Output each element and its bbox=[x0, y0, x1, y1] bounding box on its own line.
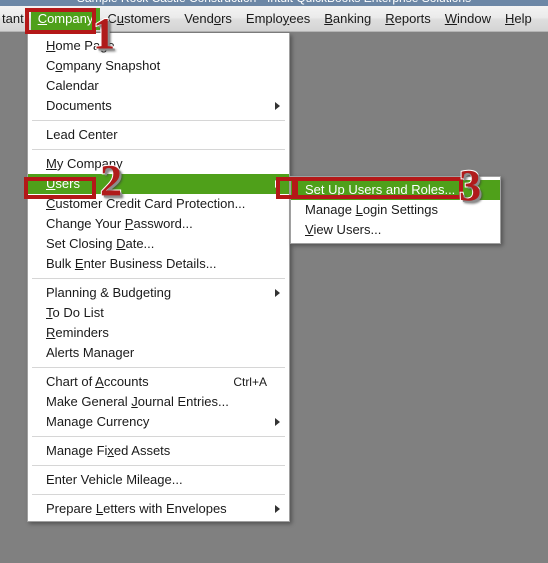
menu-item-view-users[interactable]: View Users... bbox=[291, 220, 500, 240]
menu-item-set-closing-date[interactable]: Set Closing Date... bbox=[28, 234, 289, 254]
menu-separator bbox=[32, 436, 285, 437]
main-menu-bar: tant Company Customers Vendors Employees Bank… bbox=[0, 6, 548, 32]
menubar-item-label: tant bbox=[2, 10, 24, 26]
menu-item-label: To Do List bbox=[46, 305, 104, 320]
menu-item-my-company[interactable]: My Company bbox=[28, 154, 289, 174]
menubar-item-employees[interactable]: Employees bbox=[239, 8, 317, 30]
menu-item-label: Documents bbox=[46, 98, 112, 113]
menubar-item-help[interactable]: Help bbox=[498, 8, 539, 30]
menu-item-customer-credit-card-protection[interactable]: Customer Credit Card Protection... bbox=[28, 194, 289, 214]
menubar-item-label: Customers bbox=[107, 10, 171, 26]
menu-separator bbox=[32, 149, 285, 150]
company-dropdown-menu: Home Page Company Snapshot Calendar Documen… bbox=[27, 33, 290, 522]
menubar-item-label: Help bbox=[505, 10, 532, 26]
menu-item-shortcut: Ctrl+A bbox=[233, 375, 267, 389]
menu-separator bbox=[32, 494, 285, 495]
window-title: Sample Rock Castle Construction - Intuit… bbox=[0, 0, 548, 5]
menubar-item-label: Banking bbox=[324, 10, 372, 26]
menubar-item-label: Vendors bbox=[184, 10, 232, 26]
menu-separator bbox=[32, 465, 285, 466]
menu-item-label: Chart of Accounts bbox=[46, 374, 149, 389]
menu-item-label: Reminders bbox=[46, 325, 109, 340]
menu-item-prepare-letters-with-envelopes[interactable]: Prepare Letters with Envelopes bbox=[28, 499, 289, 519]
menu-item-label: Make General Journal Entries... bbox=[46, 394, 229, 409]
menu-item-alerts-manager[interactable]: Alerts Manager bbox=[28, 343, 289, 363]
menu-item-label: Change Your Password... bbox=[46, 216, 193, 231]
menu-item-label: Alerts Manager bbox=[46, 345, 135, 360]
menu-item-make-general-journal-entries[interactable]: Make General Journal Entries... bbox=[28, 392, 289, 412]
menu-item-label: Manage Currency bbox=[46, 414, 150, 429]
menubar-item-label: Employees bbox=[245, 10, 311, 26]
menu-item-label: Users bbox=[46, 176, 80, 191]
step-badge-2: 2 bbox=[99, 156, 123, 205]
menu-item-bulk-enter-business-details[interactable]: Bulk Enter Business Details... bbox=[28, 254, 289, 274]
submenu-arrow-icon bbox=[275, 102, 280, 110]
menu-separator bbox=[32, 120, 285, 121]
menu-item-home-page[interactable]: Home Page bbox=[28, 36, 289, 56]
menu-item-label: Customer Credit Card Protection... bbox=[46, 196, 246, 211]
menubar-item-label: Company bbox=[37, 10, 94, 26]
menu-item-planning-and-budgeting[interactable]: Planning & Budgeting bbox=[28, 283, 289, 303]
menu-item-calendar[interactable]: Calendar bbox=[28, 76, 289, 96]
submenu-arrow-icon bbox=[275, 505, 280, 513]
menu-separator bbox=[32, 367, 285, 368]
menu-item-label: Planning & Budgeting bbox=[46, 285, 172, 300]
menubar-item-label: Reports bbox=[385, 10, 431, 26]
menubar-item-accountant[interactable]: tant bbox=[0, 8, 31, 30]
menu-item-to-do-list[interactable]: To Do List bbox=[28, 303, 289, 323]
menu-item-label: Bulk Enter Business Details... bbox=[46, 256, 217, 271]
menu-item-label: Lead Center bbox=[46, 127, 118, 142]
menubar-item-label: Window bbox=[444, 10, 492, 26]
menubar-item-vendors[interactable]: Vendors bbox=[177, 8, 239, 30]
menu-item-manage-fixed-assets[interactable]: Manage Fixed Assets bbox=[28, 441, 289, 461]
menu-separator bbox=[32, 278, 285, 279]
menu-item-label: Manage Login Settings bbox=[305, 202, 438, 217]
menu-item-change-your-password[interactable]: Change Your Password... bbox=[28, 214, 289, 234]
menu-item-label: Prepare Letters with Envelopes bbox=[46, 501, 227, 516]
menubar-item-company[interactable]: Company bbox=[30, 7, 101, 30]
menu-item-company-snapshot[interactable]: Company Snapshot bbox=[28, 56, 289, 76]
menubar-item-reports[interactable]: Reports bbox=[378, 8, 438, 30]
menu-item-enter-vehicle-mileage[interactable]: Enter Vehicle Mileage... bbox=[28, 470, 289, 490]
menu-item-reminders[interactable]: Reminders bbox=[28, 323, 289, 343]
submenu-arrow-icon bbox=[275, 180, 280, 188]
menu-item-label: Set Up Users and Roles... bbox=[305, 182, 456, 197]
menubar-item-window[interactable]: Window bbox=[438, 8, 498, 30]
menubar-item-banking[interactable]: Banking bbox=[317, 8, 378, 30]
menu-item-label: Enter Vehicle Mileage... bbox=[46, 472, 183, 487]
menu-item-label: Calendar bbox=[46, 78, 99, 93]
menu-item-chart-of-accounts[interactable]: Chart of Accounts Ctrl+A bbox=[28, 372, 289, 392]
step-badge-1: 1 bbox=[92, 9, 116, 58]
submenu-arrow-icon bbox=[275, 418, 280, 426]
menu-item-documents[interactable]: Documents bbox=[28, 96, 289, 116]
menu-item-manage-currency[interactable]: Manage Currency bbox=[28, 412, 289, 432]
menu-item-label: Manage Fixed Assets bbox=[46, 443, 171, 458]
menu-item-label: View Users... bbox=[305, 222, 382, 237]
menu-item-lead-center[interactable]: Lead Center bbox=[28, 125, 289, 145]
menu-item-label: Company Snapshot bbox=[46, 58, 161, 73]
step-badge-3: 3 bbox=[458, 161, 482, 210]
menu-item-users[interactable]: Users bbox=[28, 174, 289, 194]
submenu-arrow-icon bbox=[275, 289, 280, 297]
menu-item-label: Set Closing Date... bbox=[46, 236, 155, 251]
